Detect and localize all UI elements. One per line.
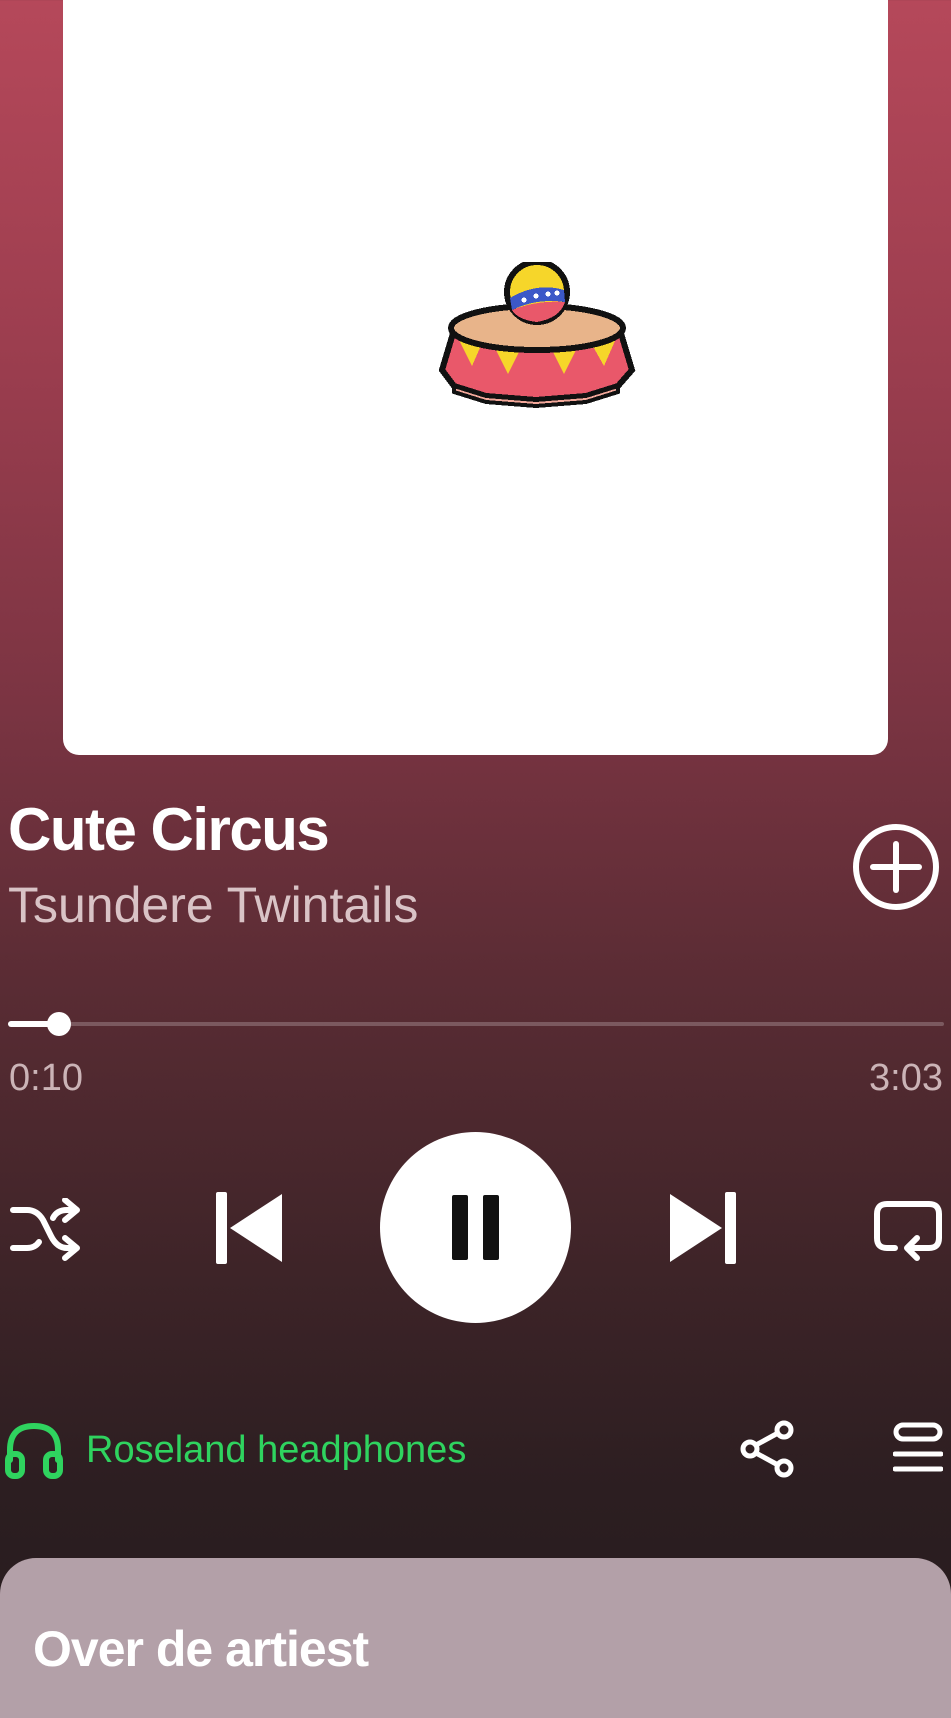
progress-knob[interactable]	[47, 1012, 72, 1036]
pause-button[interactable]	[380, 1132, 571, 1323]
skip-previous-icon	[216, 1192, 282, 1264]
share-icon	[740, 1420, 794, 1478]
connected-device[interactable]: Roseland headphones	[4, 1420, 466, 1480]
pause-icon	[452, 1195, 499, 1260]
share-button[interactable]	[738, 1420, 796, 1483]
next-track-button[interactable]	[670, 1192, 736, 1269]
elapsed-time: 0:10	[9, 1057, 83, 1099]
about-artist-title: Over de artiest	[33, 1621, 369, 1677]
about-artist-card[interactable]: Over de artiest	[0, 1558, 951, 1718]
repeat-icon	[874, 1201, 942, 1261]
add-circle-icon	[853, 824, 939, 910]
shuffle-icon	[10, 1197, 80, 1261]
album-artwork	[63, 0, 888, 755]
repeat-button[interactable]	[873, 1198, 943, 1267]
previous-track-button[interactable]	[216, 1192, 282, 1269]
playback-progress-bar[interactable]	[8, 1012, 944, 1036]
headphones-icon	[5, 1422, 63, 1479]
queue-icon	[892, 1422, 944, 1472]
track-title: Cute Circus	[8, 796, 330, 863]
queue-button[interactable]	[892, 1422, 944, 1479]
circus-pedestal-artwork	[438, 262, 636, 409]
progress-track	[8, 1022, 944, 1026]
device-label: Roseland headphones	[86, 1428, 467, 1471]
shuffle-button[interactable]	[9, 1197, 81, 1267]
track-artist[interactable]: Tsundere Twintails	[8, 876, 418, 934]
total-time: 3:03	[869, 1057, 943, 1099]
add-to-library-button[interactable]	[851, 822, 941, 912]
skip-next-icon	[670, 1192, 736, 1264]
